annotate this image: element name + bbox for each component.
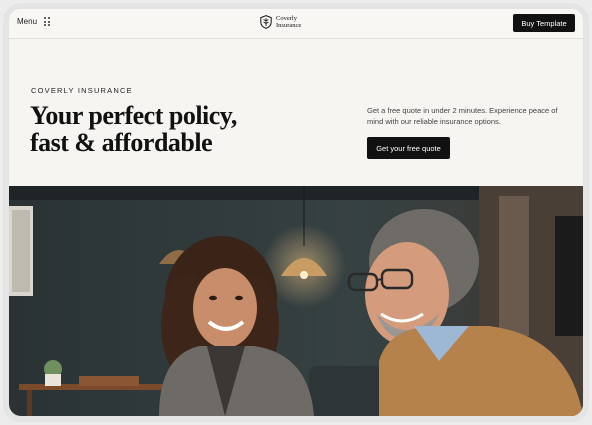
headline-line-2: fast & affordable	[30, 128, 213, 157]
eyebrow-label: COVERLY INSURANCE	[31, 86, 133, 95]
grid-dots-icon	[44, 17, 50, 26]
browser-frame: Menu Coverly Insurance Buy Template COVE…	[3, 3, 589, 422]
hero-photo	[9, 186, 583, 416]
brand-line-1: Coverly	[276, 15, 297, 22]
hero-subtext: Get a free quote in under 2 minutes. Exp…	[367, 106, 558, 126]
brand-line-2: Insurance	[276, 22, 302, 29]
brand-name: Coverly Insurance	[276, 15, 306, 29]
couple-laughing-image	[9, 186, 583, 416]
shield-leaf-icon	[260, 15, 272, 29]
top-navigation: Menu Coverly Insurance Buy Template	[9, 9, 583, 39]
page-headline: Your perfect policy, fast & affordable	[30, 102, 290, 156]
brand-logo[interactable]: Coverly Insurance	[260, 15, 306, 29]
free-quote-button[interactable]: Get your free quote	[367, 137, 450, 159]
menu-button[interactable]: Menu	[17, 17, 50, 26]
menu-label: Menu	[17, 17, 38, 26]
headline-line-1: Your perfect policy,	[30, 101, 237, 130]
buy-template-button[interactable]: Buy Template	[513, 14, 575, 32]
